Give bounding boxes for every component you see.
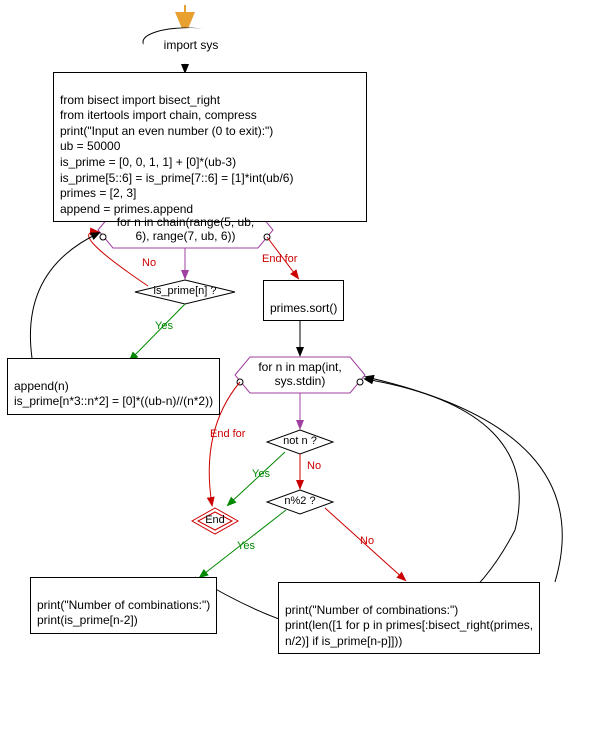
label-no-1: No (142, 257, 156, 269)
init-block: from bisect import bisect_right from ite… (53, 72, 367, 222)
label-yes-1: Yes (155, 320, 173, 332)
label-yes-3: Yes (237, 540, 255, 552)
nmod2-diamond: n%2 ? (279, 495, 321, 507)
start-label: import sys (164, 38, 219, 54)
label-endfor-1: End for (262, 253, 297, 265)
end-text: End (205, 514, 225, 526)
label-yes-2: Yes (252, 468, 270, 480)
is-prime-diamond: is_prime[n] ? (148, 285, 222, 297)
sort-block: primes.sort() (263, 280, 344, 321)
label-endfor-2: End for (210, 428, 245, 440)
not-n-text: not n ? (283, 435, 317, 447)
end-node: End (200, 514, 230, 526)
print-left-text: print("Number of combinations:") print(i… (37, 598, 210, 628)
not-n-diamond: not n ? (279, 435, 321, 447)
append-block: append(n) is_prime[n*3::n*2] = [0]*((ub-… (7, 358, 220, 415)
nmod2-text: n%2 ? (284, 495, 315, 507)
loop2-hex: for n in map(int, sys.stdin) (250, 360, 350, 389)
sort-text: primes.sort() (270, 301, 337, 315)
label-no-3: No (360, 535, 374, 547)
is-prime-text: is_prime[n] ? (154, 285, 217, 297)
label-no-2: No (307, 460, 321, 472)
loop2-text: for n in map(int, sys.stdin) (258, 360, 341, 388)
print-right-block: print("Number of combinations:") print(l… (278, 582, 540, 654)
start-node: import sys (143, 28, 239, 64)
loop1-text: for n in chain(range(5, ub, 6), range(7,… (117, 215, 254, 243)
append-text: append(n) is_prime[n*3::n*2] = [0]*((ub-… (14, 379, 213, 409)
print-left-block: print("Number of combinations:") print(i… (30, 577, 217, 634)
init-text: from bisect import bisect_right from ite… (60, 93, 293, 216)
print-right-text: print("Number of combinations:") print(l… (285, 603, 533, 648)
loop1-hex: for n in chain(range(5, ub, 6), range(7,… (113, 215, 258, 244)
